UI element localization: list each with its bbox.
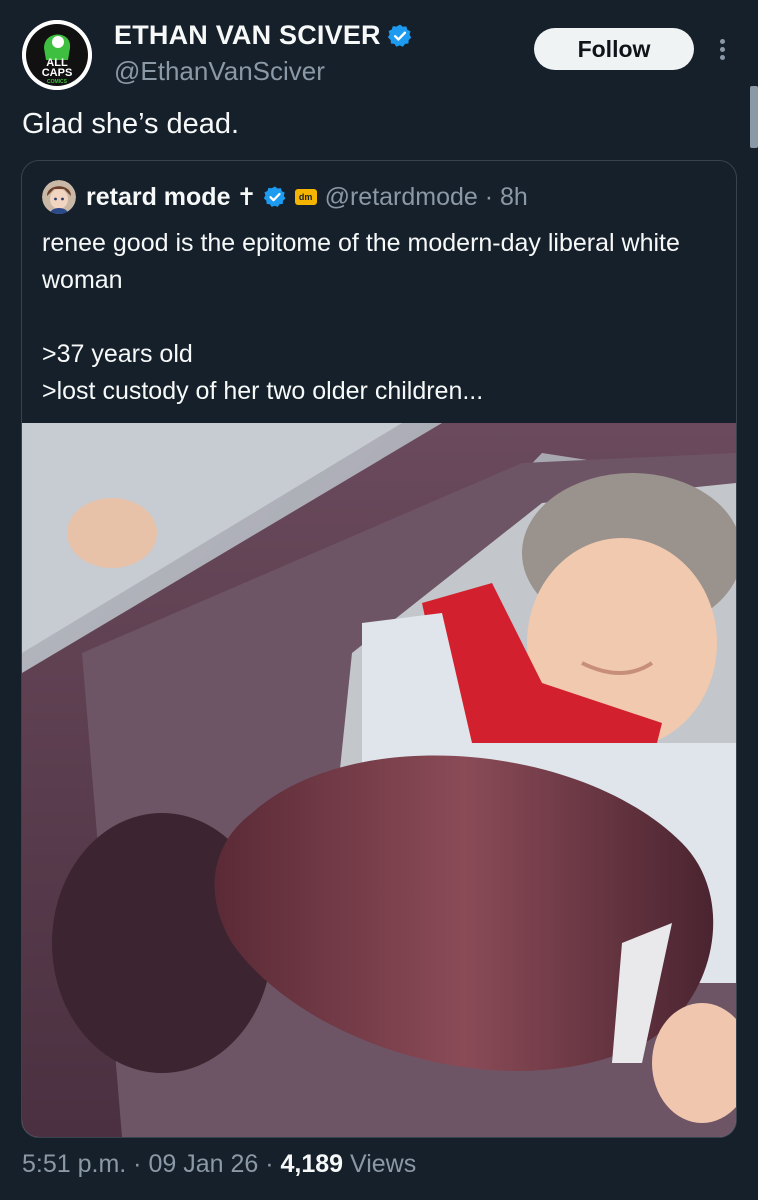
- tweet-footer: 5:51 p.m. · 09 Jan 26 · 4,189 Views: [22, 1150, 416, 1179]
- quoted-tweet[interactable]: retard mode ✝ dm @retardmode · 8h renee …: [21, 160, 737, 1138]
- quoted-media-image[interactable]: [22, 423, 736, 1137]
- author-handle[interactable]: @EthanVanSciver: [114, 56, 325, 87]
- cross-emoji: ✝: [236, 183, 257, 211]
- anime-avatar-icon: [42, 180, 76, 214]
- quoted-handle-time: @retardmode · 8h: [324, 182, 528, 211]
- more-vertical-icon[interactable]: [712, 36, 732, 66]
- tweet-text: Glad she’s dead.: [22, 108, 240, 140]
- quoted-line-2: >37 years old: [42, 340, 193, 368]
- scrollbar[interactable]: [750, 86, 758, 148]
- quoted-author-name[interactable]: retard mode: [86, 183, 230, 212]
- author-name[interactable]: ETHAN VAN SCIVER: [114, 20, 381, 51]
- verified-badge-icon: [387, 24, 412, 47]
- all-caps-comics-logo-icon: ALL CAPS COMICS: [22, 20, 92, 90]
- logo-line-2: CAPS: [42, 67, 73, 79]
- verified-badge-icon: [263, 186, 285, 207]
- views-label: Views: [343, 1150, 417, 1178]
- photo-car-driver: [22, 423, 736, 1137]
- tweet-timestamp[interactable]: 5:51 p.m. · 09 Jan 26 ·: [22, 1150, 280, 1178]
- quoted-line-3: >lost custody of her two older children.…: [42, 377, 484, 405]
- quoted-line-1: renee good is the epitome of the modern-…: [42, 229, 680, 294]
- quoted-text: renee good is the epitome of the modern-…: [42, 225, 722, 410]
- author-name-row: ETHAN VAN SCIVER: [114, 20, 413, 51]
- tweet-header: ALL CAPS COMICS ETHAN VAN SCIVER @EthanV…: [22, 18, 736, 98]
- logo-line-3: COMICS: [47, 79, 68, 85]
- affiliate-badge: dm: [294, 189, 317, 205]
- author-avatar[interactable]: ALL CAPS COMICS: [22, 20, 92, 90]
- views-count: 4,189: [280, 1150, 344, 1178]
- quoted-avatar[interactable]: [42, 180, 76, 214]
- follow-button[interactable]: Follow: [534, 28, 694, 70]
- quoted-header: retard mode ✝ dm @retardmode · 8h: [42, 179, 528, 215]
